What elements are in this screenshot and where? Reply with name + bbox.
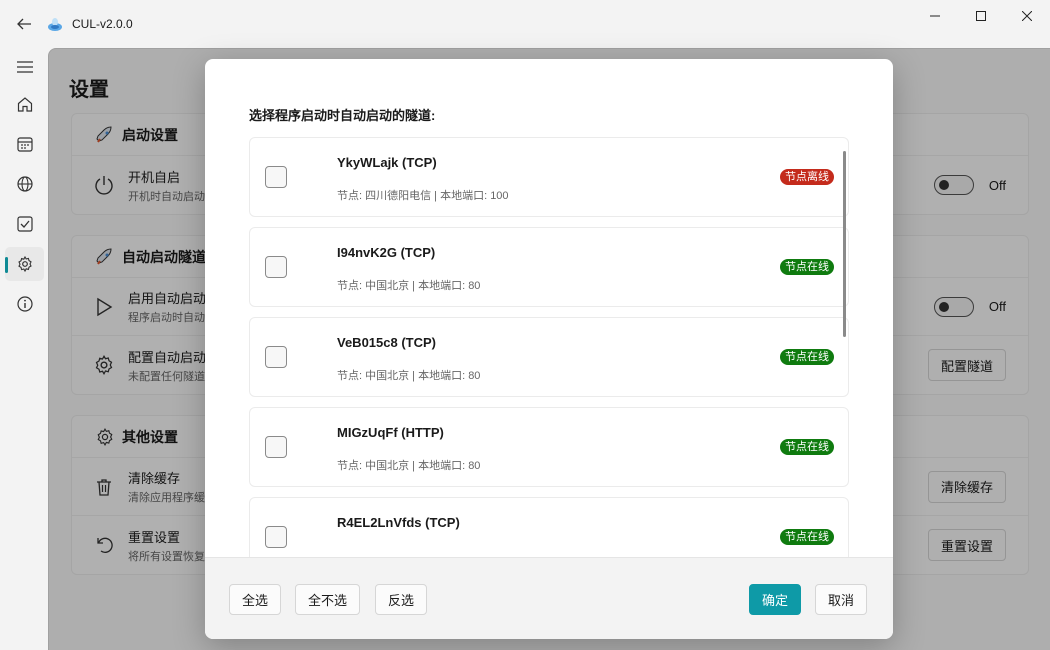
nav-calendar[interactable] [5, 127, 44, 161]
tunnel-item[interactable]: YkyWLajk (TCP) 节点: 四川德阳电信 | 本地端口: 100 节点… [249, 137, 849, 217]
tunnel-list-scrollbar[interactable] [843, 151, 846, 337]
nav-settings[interactable] [5, 247, 44, 281]
home-icon [17, 97, 32, 112]
back-arrow-icon [17, 18, 31, 30]
checkbox-icon [16, 216, 33, 232]
window-title: CUL-v2.0.0 [72, 17, 133, 31]
tunnel-item[interactable]: I94nvK2G (TCP) 节点: 中国北京 | 本地端口: 80 节点在线 [249, 227, 849, 307]
tunnel-meta: 节点: 中国北京 | 本地端口: 80 [337, 280, 481, 292]
menu-icon [16, 61, 33, 73]
title-bar: CUL-v2.0.0 [0, 0, 1050, 48]
tunnel-name: VeB015c8 (TCP) [337, 335, 436, 350]
tunnel-list[interactable]: YkyWLajk (TCP) 节点: 四川德阳电信 | 本地端口: 100 节点… [249, 137, 849, 611]
tunnel-checkbox[interactable] [265, 346, 287, 368]
tunnel-name: I94nvK2G (TCP) [337, 245, 436, 260]
close-window-button[interactable] [1004, 0, 1050, 32]
info-icon [16, 296, 33, 312]
minimize-icon [930, 15, 940, 17]
dialog-footer: 全选 全不选 反选 确定 取消 [205, 557, 893, 639]
status-badge: 节点在线 [780, 439, 834, 455]
nav-menu-button[interactable] [5, 50, 44, 84]
status-badge: 节点离线 [780, 169, 834, 185]
maximize-icon [976, 11, 986, 21]
select-all-button[interactable]: 全选 [229, 584, 282, 615]
tunnel-checkbox[interactable] [265, 166, 287, 188]
cancel-button[interactable]: 取消 [815, 584, 868, 615]
nav-home[interactable] [5, 87, 44, 121]
back-button[interactable] [0, 0, 48, 48]
tunnel-item[interactable]: MIGzUqFf (HTTP) 节点: 中国北京 | 本地端口: 80 节点在线 [249, 407, 849, 487]
tunnel-checkbox[interactable] [265, 526, 287, 548]
nav-about[interactable] [5, 287, 44, 321]
autostart-tunnel-dialog: 选择程序启动时自动启动的隧道: YkyWLajk (TCP) 节点: 四川德阳电… [205, 59, 893, 639]
calendar-icon [16, 137, 33, 152]
tunnel-name: MIGzUqFf (HTTP) [337, 425, 444, 440]
select-none-button[interactable]: 全不选 [295, 584, 361, 615]
nav-rail [0, 48, 48, 650]
nav-active-indicator [5, 257, 8, 273]
minimize-button[interactable] [912, 0, 958, 32]
globe-icon [16, 176, 33, 192]
status-badge: 节点在线 [780, 259, 834, 275]
tunnel-meta: 节点: 中国北京 | 本地端口: 80 [337, 460, 481, 472]
gear-icon [17, 256, 32, 272]
tunnel-meta: 节点: 四川德阳电信 | 本地端口: 100 [337, 190, 509, 202]
status-badge: 节点在线 [780, 529, 834, 545]
tunnel-meta: 节点: 中国北京 | 本地端口: 80 [337, 370, 481, 382]
app-logo-icon [46, 15, 64, 33]
close-icon [1022, 11, 1032, 21]
tunnel-name: YkyWLajk (TCP) [337, 155, 437, 170]
nav-tasks[interactable] [5, 207, 44, 241]
tunnel-checkbox[interactable] [265, 436, 287, 458]
maximize-button[interactable] [958, 0, 1004, 32]
tunnel-name: R4EL2LnVfds (TCP) [337, 515, 460, 530]
status-badge: 节点在线 [780, 349, 834, 365]
dialog-heading: 选择程序启动时自动启动的隧道: [249, 108, 436, 123]
invert-selection-button[interactable]: 反选 [375, 584, 428, 615]
tunnel-checkbox[interactable] [265, 256, 287, 278]
nav-globe[interactable] [5, 167, 44, 201]
tunnel-item[interactable]: VeB015c8 (TCP) 节点: 中国北京 | 本地端口: 80 节点在线 [249, 317, 849, 397]
confirm-button[interactable]: 确定 [749, 584, 802, 615]
